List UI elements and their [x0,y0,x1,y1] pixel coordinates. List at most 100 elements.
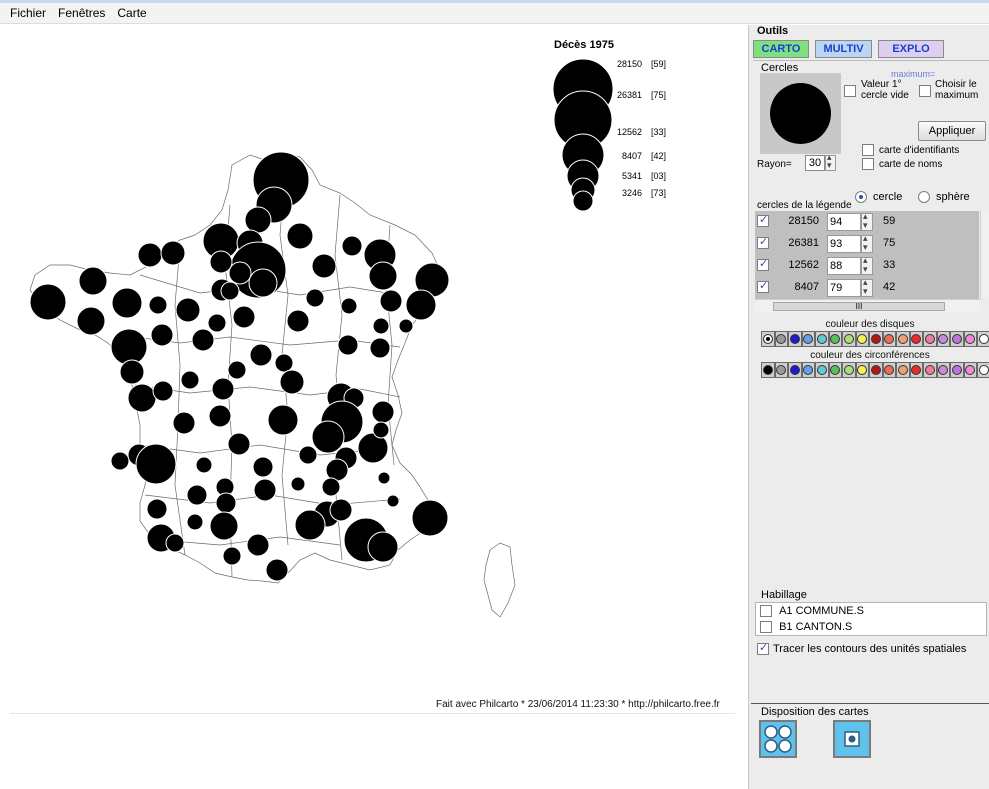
color-swatch[interactable] [950,331,964,347]
menu-fichier[interactable]: Fichier [4,6,52,20]
color-swatch[interactable] [950,362,964,378]
tab-carto[interactable]: CARTO [753,40,809,58]
legend-row-checkbox[interactable] [757,257,769,271]
layout-single-map-button[interactable] [833,720,871,758]
color-swatch[interactable] [963,331,977,347]
legend-row-size-input[interactable]: 94 [827,213,861,231]
legend-list-vertical-scrollbar[interactable] [980,211,989,299]
color-dot [965,334,976,344]
tool-tabs: CARTO MULTIV EXPLO [753,40,944,58]
color-swatch[interactable] [869,331,883,347]
color-swatch[interactable] [815,362,829,378]
color-dot [762,334,773,344]
color-swatch[interactable] [882,362,896,378]
department-disc [265,558,289,582]
color-swatch[interactable] [909,331,923,347]
color-swatch[interactable] [936,362,950,378]
department-disc [211,377,235,401]
preview-disc [770,83,831,144]
color-swatch[interactable] [936,331,950,347]
radio-sphere[interactable] [918,191,930,203]
color-swatch[interactable] [761,362,775,378]
color-swatch[interactable] [828,362,842,378]
color-swatch[interactable] [774,331,788,347]
color-swatch[interactable] [801,331,815,347]
legend-row-stepper[interactable] [861,211,873,231]
list-item[interactable]: A1 COMMUNE.S [760,605,864,621]
color-swatch[interactable] [801,362,815,378]
color-swatch[interactable] [923,331,937,347]
color-swatch[interactable] [896,362,910,378]
department-disc [209,250,233,274]
scrollbar-thumb[interactable]: III [773,302,945,311]
carte-noms-checkbox[interactable] [862,158,874,170]
circumference-color-palette[interactable] [761,362,989,378]
color-swatch[interactable] [761,331,775,347]
legend-row-checkbox[interactable] [757,279,769,293]
list-item[interactable]: 12562 88 33 [755,255,979,277]
color-swatch[interactable] [923,362,937,378]
color-swatch[interactable] [842,331,856,347]
habillage-checkbox[interactable] [760,621,772,634]
disc-color-palette[interactable] [761,331,989,347]
color-swatch[interactable] [909,362,923,378]
color-dot [978,334,989,344]
legend-id-label: [42] [651,151,666,161]
color-swatch[interactable] [815,331,829,347]
layout-four-maps-button[interactable] [759,720,797,758]
map-footer: Fait avec Philcarto * 23/06/2014 11:23:3… [436,699,720,710]
color-swatch[interactable] [896,331,910,347]
color-dot [911,334,922,344]
color-swatch[interactable] [855,362,869,378]
legend-row-size-input[interactable]: 88 [827,257,861,275]
carte-identifiants-checkbox[interactable] [862,144,874,156]
color-swatch[interactable] [788,362,802,378]
color-swatch[interactable] [977,331,989,347]
habillage-list[interactable]: A1 COMMUNE.S B1 CANTON.S [755,602,987,636]
color-swatch[interactable] [842,362,856,378]
legend-row-size-input[interactable]: 93 [827,235,861,253]
tab-explo[interactable]: EXPLO [878,40,944,58]
color-dot [762,365,773,375]
legend-row-stepper[interactable] [861,277,873,297]
color-swatch[interactable] [855,331,869,347]
choisir-maximum-checkbox[interactable] [919,85,931,97]
legend-circles-list[interactable]: 28150 94 59 26381 93 75 12562 88 33 8407… [755,211,979,299]
list-item[interactable]: 8407 79 42 [755,277,979,299]
menu-carte[interactable]: Carte [111,6,152,20]
legend-row-checkbox[interactable] [757,213,769,227]
habillage-checkbox[interactable] [760,605,772,618]
legend-value-label: 5341 [622,171,642,181]
radio-cercle[interactable] [855,191,867,203]
color-swatch[interactable] [882,331,896,347]
color-swatch[interactable] [869,362,883,378]
department-disc [76,306,106,336]
valeur-premier-cercle-checkbox[interactable] [844,85,856,97]
menu-fenetres[interactable]: Fenêtres [52,6,111,20]
department-disc [290,476,306,492]
legend-row-size-input[interactable]: 79 [827,279,861,297]
legend-row-checkbox[interactable] [757,235,769,249]
appliquer-button[interactable]: Appliquer [918,121,986,141]
legend-row-stepper[interactable] [861,255,873,275]
color-swatch[interactable] [788,331,802,347]
tracer-contours-checkbox[interactable] [757,641,769,655]
color-dot [951,334,962,344]
legend-list-horizontal-scrollbar[interactable]: III [755,299,980,312]
map-canvas[interactable]: Décès 1975 28150 [59] 26381 [75] 12562 [33] 84… [0,25,748,789]
list-item[interactable]: 26381 93 75 [755,233,979,255]
tab-multiv[interactable]: MULTIV [815,40,872,58]
rayon-stepper[interactable] [825,152,836,171]
department-disc [148,295,168,315]
department-disc [127,383,157,413]
rayon-input[interactable]: 30 [805,155,825,171]
department-disc [368,261,398,291]
department-disc [286,222,314,250]
color-swatch[interactable] [963,362,977,378]
color-swatch[interactable] [774,362,788,378]
list-item[interactable]: 28150 94 59 [755,211,979,233]
list-item[interactable]: B1 CANTON.S [760,621,852,637]
color-swatch[interactable] [828,331,842,347]
legend-row-stepper[interactable] [861,233,873,253]
color-swatch[interactable] [977,362,989,378]
